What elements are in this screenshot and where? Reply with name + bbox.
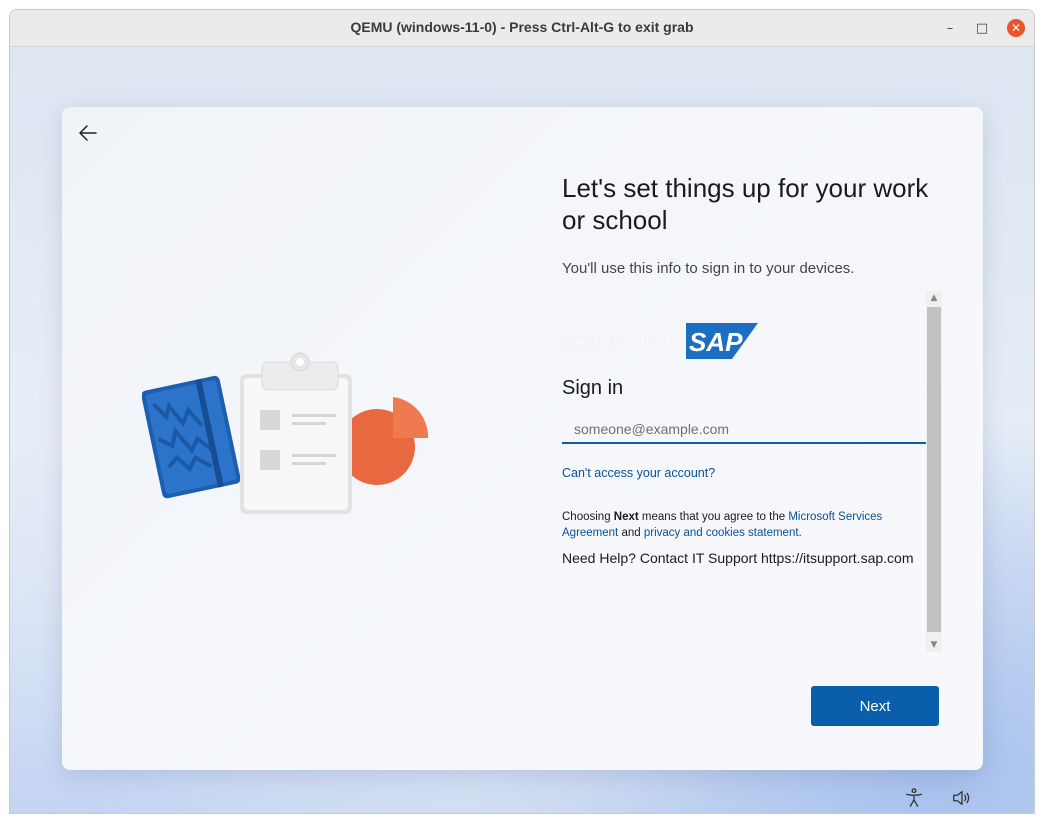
clipboard-icon bbox=[240, 352, 352, 514]
privacy-statement-link[interactable]: privacy and cookies statement bbox=[644, 527, 799, 539]
terms-middle: means that you agree to the bbox=[638, 511, 789, 523]
page-subtitle: You'll use this info to sign in to your … bbox=[562, 260, 855, 277]
email-field[interactable] bbox=[562, 416, 926, 444]
help-text: Need Help? Contact IT Support https://it… bbox=[562, 550, 914, 566]
terms-bold: Next bbox=[613, 511, 639, 523]
signin-frame: THE BEST RUN SAP Sign in Can't access yo… bbox=[562, 291, 926, 652]
work-school-illustration bbox=[142, 352, 429, 514]
oobe-card: Let's set things up for your work or sch… bbox=[62, 107, 983, 770]
next-button[interactable]: Next bbox=[811, 686, 939, 726]
volume-icon[interactable] bbox=[951, 787, 973, 809]
minimize-button[interactable]: – bbox=[940, 18, 960, 38]
sap-logo: THE BEST RUN SAP bbox=[562, 323, 758, 359]
terms-suffix: . bbox=[798, 527, 802, 539]
terms-and: and bbox=[618, 527, 644, 539]
scroll-thumb[interactable] bbox=[927, 307, 941, 632]
terms-text: Choosing Next means that you agree to th… bbox=[562, 509, 912, 541]
terms-prefix: Choosing bbox=[562, 511, 614, 523]
scroll-down-icon[interactable]: ▼ bbox=[926, 638, 942, 652]
accessibility-icon[interactable] bbox=[903, 787, 925, 809]
brand-logo-text: SAP bbox=[689, 327, 743, 357]
close-button[interactable]: ✕ bbox=[1007, 19, 1025, 37]
oobe-background: Let's set things up for your work or sch… bbox=[10, 47, 1034, 813]
cant-access-account-link[interactable]: Can't access your account? bbox=[562, 466, 715, 480]
notebook-icon bbox=[142, 375, 241, 499]
back-arrow-icon[interactable] bbox=[76, 121, 100, 145]
qemu-window: QEMU (windows-11-0) - Press Ctrl-Alt-G t… bbox=[9, 9, 1035, 814]
scroll-up-icon[interactable]: ▲ bbox=[926, 291, 942, 305]
signin-title: Sign in bbox=[562, 377, 624, 399]
signin-scrollbar[interactable]: ▲ ▼ bbox=[926, 291, 942, 652]
brand-tagline: THE BEST RUN bbox=[562, 334, 665, 350]
window-title: QEMU (windows-11-0) - Press Ctrl-Alt-G t… bbox=[350, 19, 694, 35]
maximize-button[interactable]: □ bbox=[972, 18, 992, 38]
pie-chart-icon bbox=[339, 397, 429, 485]
title-bar[interactable]: QEMU (windows-11-0) - Press Ctrl-Alt-G t… bbox=[10, 10, 1034, 47]
page-heading: Let's set things up for your work or sch… bbox=[562, 173, 929, 235]
